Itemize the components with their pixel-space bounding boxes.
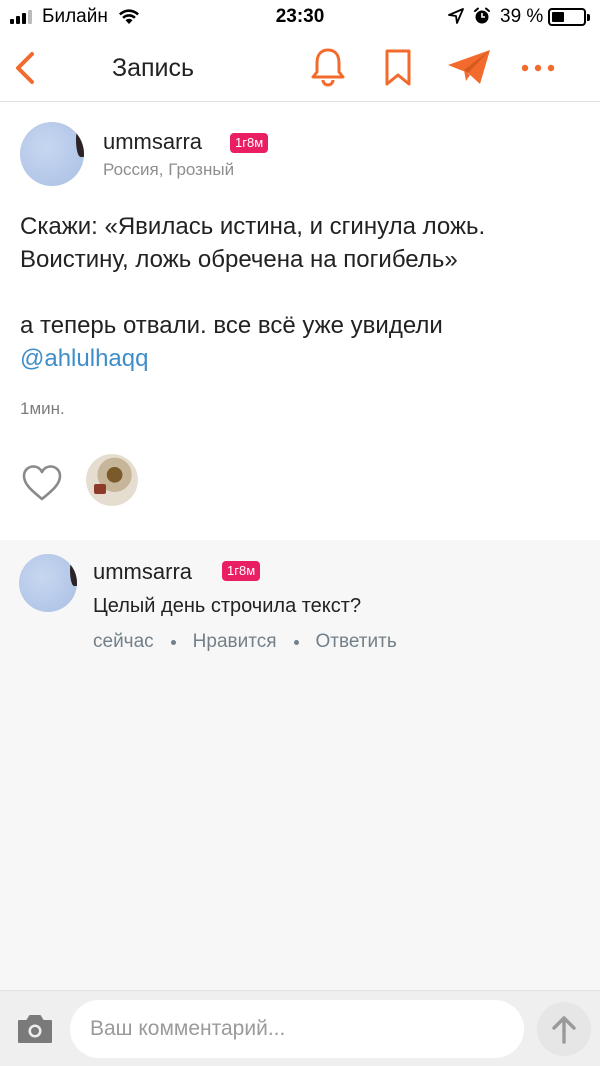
send-comment-button[interactable] (537, 1002, 591, 1056)
page-title: Запись (112, 54, 195, 82)
post-username[interactable]: ummsarra (103, 129, 202, 155)
avatar[interactable] (19, 554, 77, 612)
back-chevron-icon[interactable] (10, 48, 40, 93)
send-icon[interactable] (446, 48, 492, 91)
mention-link[interactable]: @ahlulhaqq (20, 345, 148, 372)
heart-icon[interactable] (21, 464, 63, 507)
post-location[interactable]: Россия, Грозный (103, 160, 234, 180)
comment-text: Целый день строчила текст? (93, 595, 362, 617)
battery-percent: 39 % (500, 6, 544, 27)
like-comment-button[interactable]: Нравится (193, 631, 277, 653)
age-badge: 1г8м (222, 561, 261, 581)
post-text-line: Скажи: «Явилась истина, и сгинула ложь. (20, 213, 486, 240)
comment-username[interactable]: ummsarra (93, 559, 192, 585)
alarm-icon (473, 7, 491, 30)
nav-bar: Запись (0, 34, 600, 102)
bell-icon[interactable] (309, 46, 347, 93)
post-text: Скажи: «Явилась истина, и сгинула ложь. … (20, 210, 585, 375)
post: ummsarra 1г8м Россия, Грозный Скажи: «Яв… (0, 102, 600, 540)
status-bar: Билайн 23:30 39 % (0, 0, 600, 34)
separator-dot (293, 639, 299, 645)
comment-input-bar (0, 990, 600, 1066)
camera-icon[interactable] (16, 1013, 54, 1050)
age-badge: 1г8м (230, 133, 269, 153)
battery-icon (548, 8, 590, 26)
liker-avatar[interactable] (86, 454, 138, 506)
post-text-line: Воистину, ложь обречена на погибель» (20, 246, 458, 273)
separator-dot (170, 639, 176, 645)
comment-meta: сейчас Нравится Ответить (93, 631, 397, 653)
bookmark-icon[interactable] (383, 48, 413, 93)
more-icon[interactable] (520, 60, 556, 78)
reply-button[interactable]: Ответить (316, 631, 397, 653)
arrow-up-icon (552, 1016, 576, 1044)
comment-input[interactable] (70, 1000, 524, 1058)
avatar[interactable] (20, 122, 84, 186)
post-text-line: а теперь отвали. все всё уже увидели (20, 312, 443, 339)
location-arrow-icon (448, 8, 464, 29)
comments-section: ummsarra 1г8м Целый день строчила текст?… (0, 540, 600, 990)
comment-timestamp: сейчас (93, 631, 154, 652)
post-timestamp: 1мин. (20, 399, 65, 418)
